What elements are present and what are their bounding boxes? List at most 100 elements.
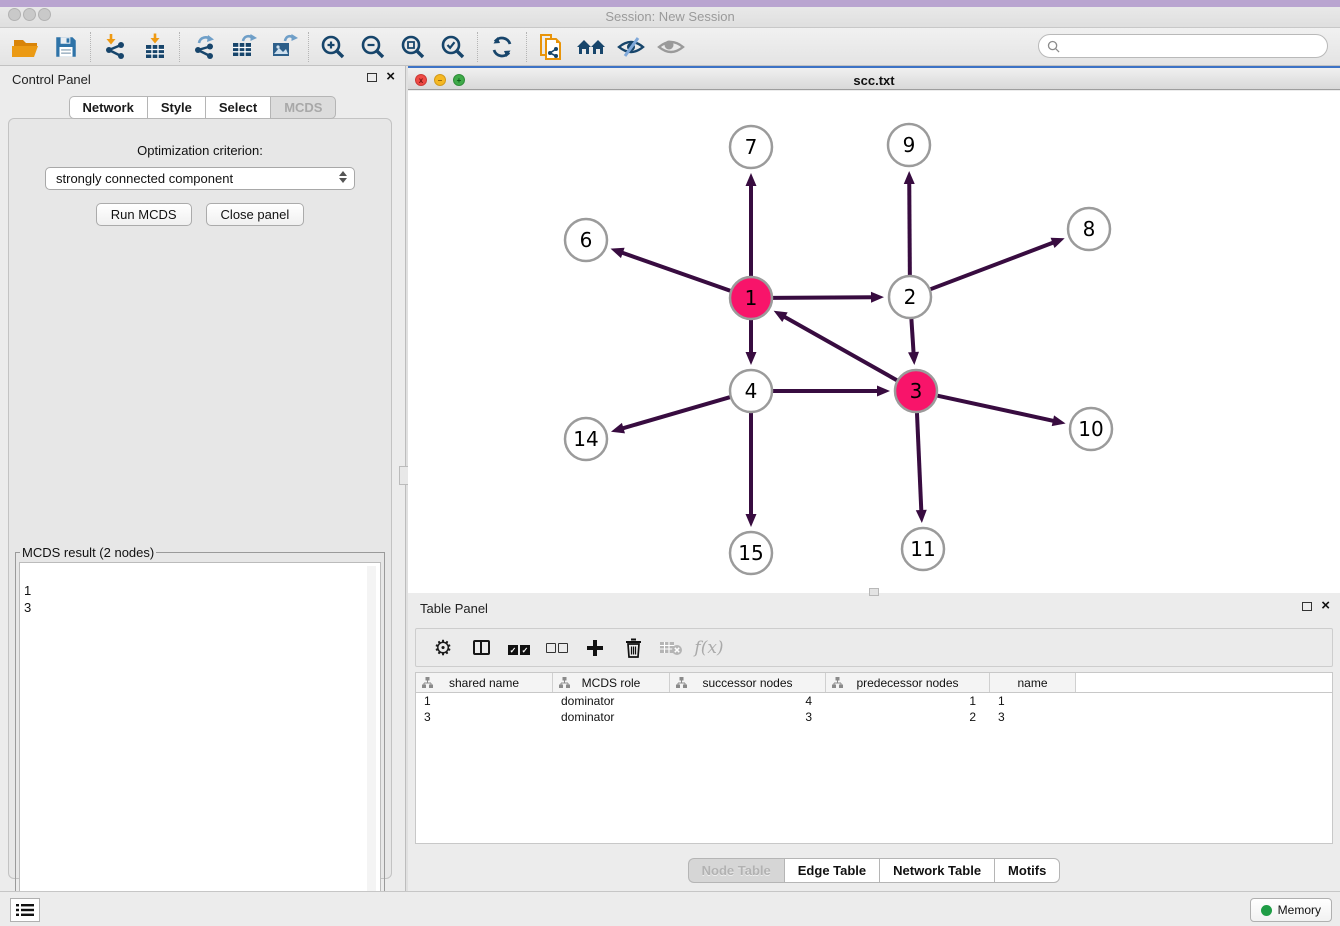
import-table-button[interactable] bbox=[135, 30, 175, 64]
table-cell[interactable]: dominator bbox=[553, 709, 670, 725]
table-row[interactable]: 3dominator323 bbox=[416, 709, 1332, 725]
graph-node-2[interactable]: 2 bbox=[889, 276, 931, 318]
delete-column-button[interactable] bbox=[614, 630, 652, 666]
duplicate-network-button[interactable] bbox=[531, 30, 571, 64]
tab-node-table[interactable]: Node Table bbox=[688, 858, 784, 883]
main-toolbar bbox=[0, 28, 1340, 66]
table-cell[interactable]: 1 bbox=[990, 693, 1076, 709]
eye-icon bbox=[656, 35, 686, 59]
close-table-panel-icon[interactable]: × bbox=[1321, 600, 1330, 612]
zoom-fit-icon bbox=[399, 33, 427, 61]
edge-3-10[interactable] bbox=[937, 396, 1054, 421]
float-table-panel-icon[interactable] bbox=[1302, 602, 1312, 611]
graph-node-14[interactable]: 14 bbox=[565, 418, 607, 460]
hierarchy-icon bbox=[832, 677, 843, 689]
network-window-titlebar[interactable]: x – + scc.txt bbox=[408, 66, 1340, 90]
edge-4-14[interactable] bbox=[622, 397, 730, 429]
hierarchy-icon bbox=[559, 677, 570, 689]
edge-2-8[interactable] bbox=[931, 242, 1055, 289]
node-label-8: 8 bbox=[1083, 217, 1096, 241]
table-settings-button[interactable]: ⚙ bbox=[424, 630, 462, 666]
edge-3-1[interactable] bbox=[783, 316, 897, 380]
tab-edge-table[interactable]: Edge Table bbox=[784, 858, 879, 883]
search-input[interactable] bbox=[1065, 39, 1327, 53]
memory-button[interactable]: Memory bbox=[1250, 898, 1332, 922]
edge-2-9[interactable] bbox=[909, 182, 910, 275]
node-table-body: 1dominator4113dominator323 bbox=[416, 693, 1332, 725]
delete-table-button[interactable] bbox=[652, 630, 690, 666]
graph-node-9[interactable]: 9 bbox=[888, 124, 930, 166]
graph-node-10[interactable]: 10 bbox=[1070, 408, 1112, 450]
table-cell[interactable]: 1 bbox=[416, 693, 553, 709]
delete-table-icon bbox=[659, 640, 683, 656]
table-cell[interactable]: 4 bbox=[670, 693, 826, 709]
graph-node-6[interactable]: 6 bbox=[565, 219, 607, 261]
tab-network-table[interactable]: Network Table bbox=[879, 858, 994, 883]
task-history-button[interactable] bbox=[10, 898, 40, 922]
open-session-button[interactable] bbox=[6, 30, 46, 64]
zoom-fit-button[interactable] bbox=[393, 30, 433, 64]
select-all-columns-button[interactable]: ✓✓ bbox=[500, 630, 538, 666]
float-panel-icon[interactable] bbox=[367, 73, 377, 82]
table-cell[interactable]: 3 bbox=[990, 709, 1076, 725]
tab-network[interactable]: Network bbox=[69, 96, 147, 119]
zoom-in-button[interactable] bbox=[313, 30, 353, 64]
table-cell[interactable]: dominator bbox=[553, 693, 670, 709]
network-canvas[interactable]: 7 9 6 8 1 2 4 3 14 10 15 11 bbox=[408, 91, 1340, 593]
save-session-button[interactable] bbox=[46, 30, 86, 64]
horizontal-splitter-handle[interactable] bbox=[869, 588, 879, 596]
optimization-criterion-select[interactable]: strongly connected component bbox=[45, 167, 355, 190]
apply-layout-button[interactable] bbox=[482, 30, 522, 64]
graph-node-1[interactable]: 1 bbox=[730, 277, 772, 319]
graph-node-8[interactable]: 8 bbox=[1068, 208, 1110, 250]
graph-node-3[interactable]: 3 bbox=[895, 370, 937, 412]
deselect-all-columns-button[interactable] bbox=[538, 630, 576, 666]
table-panel: Table Panel × ⚙ ✓✓ bbox=[408, 595, 1340, 891]
function-builder-button[interactable]: f(x) bbox=[690, 630, 728, 666]
home-pair-button[interactable] bbox=[571, 30, 611, 64]
column-header-successor-nodes[interactable]: successor nodes bbox=[670, 673, 826, 692]
run-mcds-button[interactable]: Run MCDS bbox=[96, 203, 192, 226]
table-cell[interactable]: 1 bbox=[826, 693, 990, 709]
node-label-3: 3 bbox=[910, 379, 923, 403]
column-header-name[interactable]: name bbox=[990, 673, 1076, 692]
graph-node-4[interactable]: 4 bbox=[730, 370, 772, 412]
export-network-button[interactable] bbox=[184, 30, 224, 64]
import-network-button[interactable] bbox=[95, 30, 135, 64]
tab-mcds[interactable]: MCDS bbox=[270, 96, 336, 119]
mcds-result-text[interactable]: 1 3 bbox=[19, 562, 381, 913]
edge-1-2[interactable] bbox=[773, 297, 873, 298]
close-panel-icon[interactable]: × bbox=[386, 71, 395, 83]
column-header-predecessor-nodes[interactable]: predecessor nodes bbox=[826, 673, 990, 692]
column-header-MCDS-role[interactable]: MCDS role bbox=[553, 673, 670, 692]
column-header-shared-name[interactable]: shared name bbox=[416, 673, 553, 692]
show-elements-button[interactable] bbox=[651, 30, 691, 64]
add-column-button[interactable] bbox=[576, 630, 614, 666]
result-scrollbar[interactable] bbox=[367, 566, 376, 908]
table-row[interactable]: 1dominator411 bbox=[416, 693, 1332, 709]
search-field[interactable] bbox=[1038, 34, 1328, 58]
graph-node-11[interactable]: 11 bbox=[902, 528, 944, 570]
export-image-button[interactable] bbox=[264, 30, 304, 64]
export-table-button[interactable] bbox=[224, 30, 264, 64]
toggle-panel-button[interactable] bbox=[462, 630, 500, 666]
zoom-selected-button[interactable] bbox=[433, 30, 473, 64]
edge-2-3[interactable] bbox=[911, 319, 913, 354]
edge-1-6[interactable] bbox=[621, 252, 730, 290]
toolbar-separator bbox=[477, 32, 478, 62]
graph-node-15[interactable]: 15 bbox=[730, 532, 772, 574]
status-bar: Memory bbox=[0, 891, 1340, 926]
hide-elements-button[interactable] bbox=[611, 30, 651, 64]
edge-3-11[interactable] bbox=[917, 413, 921, 512]
graph-node-7[interactable]: 7 bbox=[730, 126, 772, 168]
tab-motifs[interactable]: Motifs bbox=[994, 858, 1060, 883]
table-cell[interactable]: 3 bbox=[416, 709, 553, 725]
node-label-4: 4 bbox=[745, 379, 758, 403]
close-panel-button[interactable]: Close panel bbox=[206, 203, 305, 226]
mcds-tab-body: Optimization criterion: strongly connect… bbox=[8, 118, 392, 879]
tab-style[interactable]: Style bbox=[147, 96, 205, 119]
table-cell[interactable]: 2 bbox=[826, 709, 990, 725]
zoom-out-button[interactable] bbox=[353, 30, 393, 64]
tab-select[interactable]: Select bbox=[205, 96, 270, 119]
table-cell[interactable]: 3 bbox=[670, 709, 826, 725]
